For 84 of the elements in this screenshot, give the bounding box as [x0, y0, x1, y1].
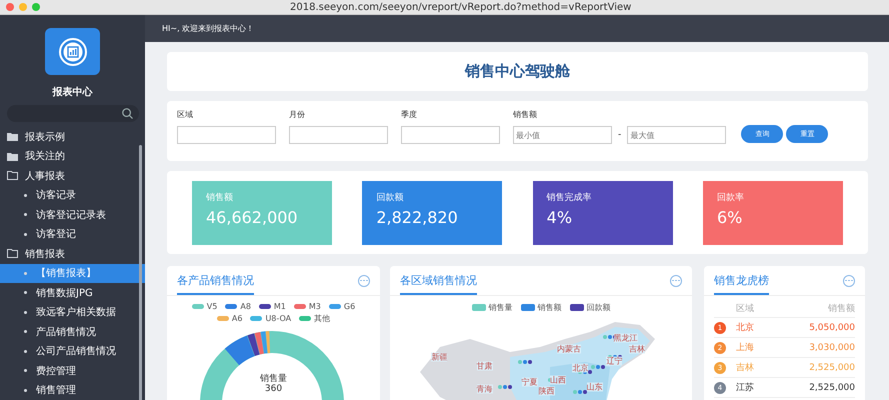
donut-center-label: 销售量: [259, 372, 288, 384]
min-value-field[interactable]: 最小值: [513, 126, 612, 144]
table-cell: 2,525,000: [809, 382, 855, 392]
table-cell: 3,030,000: [809, 342, 855, 352]
tree-folder[interactable]: 人事报表: [0, 166, 145, 186]
legend-item[interactable]: M3: [294, 302, 321, 311]
column-header: 销售额: [828, 302, 855, 314]
kpi-label: 销售完成率: [546, 192, 593, 204]
legend-item[interactable]: A6: [216, 313, 242, 324]
search-field[interactable]: [6, 105, 138, 122]
legend-item[interactable]: 销售量: [472, 302, 512, 313]
filter-label: 销售额: [513, 109, 538, 120]
filter-label: 月份: [289, 109, 306, 120]
more-icon[interactable]: [843, 274, 855, 286]
legend-item[interactable]: 销售额: [520, 302, 562, 313]
legend-item[interactable]: 其他: [299, 313, 330, 324]
legend-item[interactable]: A8: [225, 302, 251, 311]
filter-field[interactable]: [401, 126, 500, 144]
tree-item[interactable]: 销售管理: [0, 380, 145, 400]
kpi-label: 销售额: [206, 192, 234, 204]
map-region-label: 山东: [586, 382, 603, 392]
kpi-label: 回款额: [376, 192, 404, 204]
tree-item[interactable]: 公司产品销售情况: [0, 342, 145, 361]
legend-item[interactable]: M1: [258, 302, 286, 311]
more-icon[interactable]: [670, 274, 682, 286]
table-cell-text: 北京: [736, 322, 755, 334]
panel-title[interactable]: 销售龙虎榜: [714, 266, 769, 295]
map-region-label: 新疆: [431, 352, 448, 362]
map-region-label: 甘肃: [476, 362, 493, 371]
filter-label: 区域: [177, 109, 194, 120]
maximize-window-button[interactable]: [32, 3, 40, 11]
tree-folder[interactable]: 报表示例: [0, 127, 145, 146]
panel-title[interactable]: 各产品销售情况: [177, 266, 254, 295]
kpi-value: 6%: [716, 208, 744, 226]
legend-item[interactable]: 回款额: [570, 302, 610, 313]
tree-item[interactable]: 【销售报表】: [0, 264, 145, 283]
tree-folder[interactable]: 销售报表: [0, 244, 145, 264]
legend-item[interactable]: U8-OA: [250, 313, 292, 324]
table-cell: 2,525,000: [809, 362, 855, 372]
page-url: 2018.seeyon.com/seeyon/vreport/vReport.do?method=vReportView: [290, 0, 632, 14]
more-icon[interactable]: [358, 274, 370, 286]
table-cell: 5,050,000: [809, 322, 855, 332]
donut-center-value: 360: [264, 384, 284, 394]
kpi-value: 2,822,820: [376, 208, 459, 226]
close-window-button[interactable]: [6, 3, 14, 11]
max-value-field[interactable]: 最大值: [627, 126, 726, 144]
panel-title[interactable]: 各区域销售情况: [400, 266, 477, 295]
welcome-text: HI~, 欢迎来到报表中心！: [162, 23, 254, 34]
table-cell-text: 吉林: [736, 362, 755, 374]
tree-item[interactable]: 产品销售情况: [0, 322, 145, 342]
folder-icon: [7, 152, 18, 161]
table-cell-text: 江苏: [736, 382, 755, 394]
map-region-label: 陕西: [538, 386, 555, 396]
filter-label: 季度: [401, 109, 418, 120]
tree-item[interactable]: 访客登记记录表: [0, 205, 145, 224]
kpi-label: 回款率: [716, 192, 745, 204]
legend-item[interactable]: G6: [328, 302, 356, 311]
folder-icon: [7, 132, 18, 142]
minimize-window-button[interactable]: [19, 3, 27, 11]
filter-field[interactable]: [289, 126, 388, 144]
map-region-label: 北京: [572, 364, 588, 373]
page-title: 销售中心驾驶舱: [465, 62, 570, 81]
column-header: 区域: [736, 302, 755, 314]
search-icon: [122, 108, 132, 119]
open-folder-icon: [7, 249, 18, 258]
tree-item[interactable]: 销售数据JPG: [0, 283, 145, 302]
map-region-label: 内蒙古: [557, 344, 582, 354]
scrollbar[interactable]: [139, 145, 142, 400]
open-folder-icon: [7, 171, 18, 180]
map-region-label: 吉林: [628, 344, 645, 354]
filter-field[interactable]: [177, 126, 276, 144]
range-separator: -: [618, 130, 622, 140]
kpi-value: 46,662,000: [206, 208, 299, 226]
tree-folder[interactable]: 我关注的: [0, 146, 145, 166]
tree-item[interactable]: 费控管理: [0, 361, 145, 380]
tree-item[interactable]: 致远客户相关数据: [0, 302, 145, 322]
tree-item[interactable]: 访客记录: [0, 186, 145, 205]
map-region-label: 青海: [476, 384, 493, 394]
report-logo-icon: [45, 28, 100, 75]
sidebar-title: 报表中心: [52, 85, 92, 99]
table-cell-text: 上海: [736, 342, 755, 354]
legend-item[interactable]: V5: [192, 302, 218, 311]
kpi-value: 4%: [546, 208, 574, 226]
tree-item[interactable]: 访客登记: [0, 224, 145, 244]
